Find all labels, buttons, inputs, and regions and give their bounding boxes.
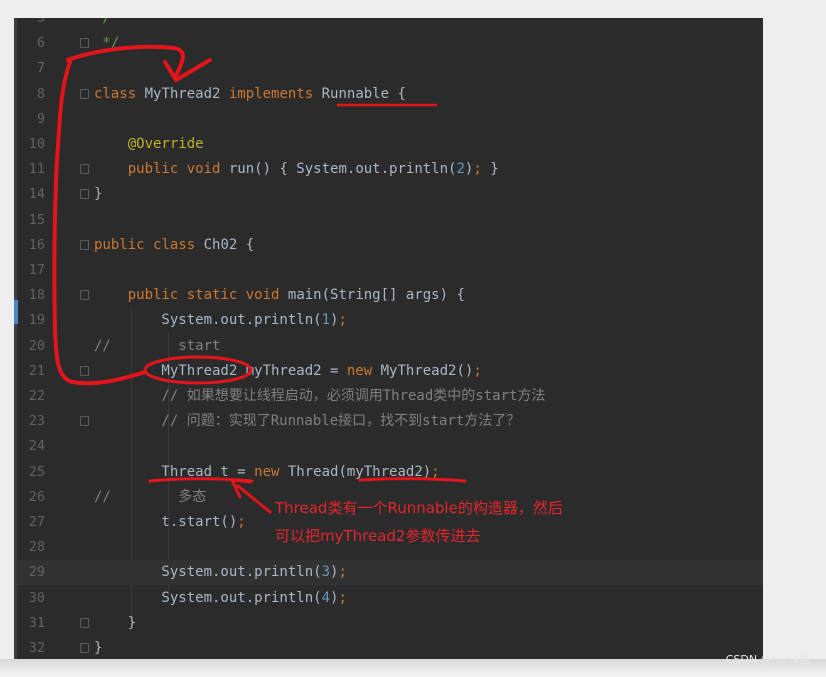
red-annotations	[52, 44, 467, 514]
annotation-note-line1: Thread类有一个Runnable的构造器，然后	[275, 499, 563, 517]
bottom-shadow	[0, 659, 826, 677]
watermark: CSDN @haha姐	[725, 653, 810, 666]
annotation-note-line2: 可以把myThread2参数传进去	[275, 527, 481, 545]
